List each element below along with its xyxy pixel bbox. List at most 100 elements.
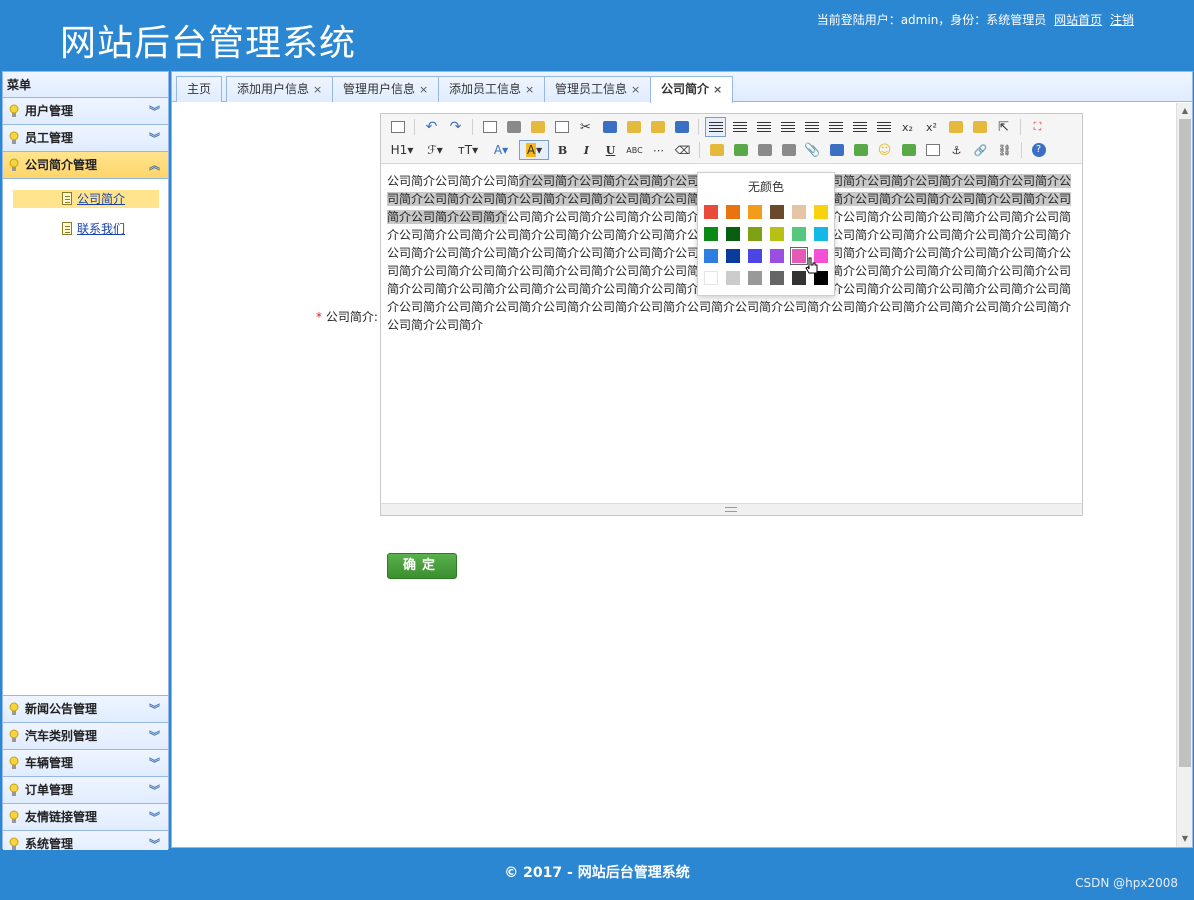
close-icon[interactable]: × (525, 83, 534, 96)
page-break-icon[interactable] (922, 140, 943, 160)
close-icon[interactable]: × (313, 83, 322, 96)
redo-icon[interactable]: ↷ (445, 117, 466, 137)
unordered-list-icon[interactable] (825, 117, 846, 137)
ordered-list-icon[interactable] (801, 117, 822, 137)
color-swatch[interactable] (726, 271, 740, 285)
fullscreen-icon[interactable]: ⛶ (1027, 117, 1048, 137)
help-icon[interactable]: ? (1028, 140, 1049, 160)
sidebar-group-links[interactable]: 友情链接管理 ︾ (3, 804, 168, 831)
sidebar-item-company-intro[interactable]: 公司简介 (13, 190, 159, 208)
clear-format-icon[interactable] (945, 117, 966, 137)
content-scrollbar[interactable]: ▲ ▼ (1176, 103, 1192, 847)
align-justify-icon[interactable] (777, 117, 798, 137)
color-swatch[interactable] (704, 249, 718, 263)
print-icon[interactable] (503, 117, 524, 137)
align-center-icon[interactable] (729, 117, 750, 137)
color-swatch[interactable] (770, 249, 784, 263)
underline-button[interactable]: U (600, 140, 621, 160)
code-icon[interactable] (551, 117, 572, 137)
paste-icon[interactable] (623, 117, 644, 137)
horizontal-rule-icon[interactable]: ⋯ (648, 140, 669, 160)
scroll-thumb[interactable] (1179, 119, 1191, 767)
color-swatch[interactable] (792, 271, 806, 285)
strikethrough-button[interactable]: ABC (624, 140, 645, 160)
eraser-icon[interactable]: ⌫ (672, 140, 693, 160)
tab-home[interactable]: 主页 (176, 76, 223, 102)
color-swatch[interactable] (704, 205, 718, 219)
tab-manage-user[interactable]: 管理用户信息 × (332, 76, 440, 102)
color-swatch[interactable] (748, 249, 762, 263)
background-color-button[interactable]: A ▾ (519, 140, 549, 160)
color-swatch[interactable] (770, 271, 784, 285)
image-icon[interactable] (706, 140, 727, 160)
scroll-up-icon[interactable]: ▲ (1177, 104, 1192, 118)
color-swatch[interactable] (792, 205, 806, 219)
unlink-icon[interactable]: ⛓ (994, 140, 1015, 160)
color-swatch[interactable] (748, 227, 762, 241)
editor-resize-bar[interactable] (381, 503, 1082, 515)
color-swatch[interactable] (704, 227, 718, 241)
undo-icon[interactable]: ↶ (421, 117, 442, 137)
paste-text-icon[interactable] (647, 117, 668, 137)
align-left-icon[interactable] (705, 117, 726, 137)
emoticon-icon[interactable]: ☺ (874, 140, 895, 160)
sidebar-group-order[interactable]: 订单管理 ︾ (3, 777, 168, 804)
no-color-option[interactable]: 无颜色 (698, 173, 834, 201)
color-swatch[interactable] (726, 249, 740, 263)
sidebar-item-label[interactable]: 联系我们 (77, 222, 125, 236)
superscript-icon[interactable]: x² (921, 117, 942, 137)
color-swatch[interactable] (726, 205, 740, 219)
italic-button[interactable]: I (576, 140, 597, 160)
paste-word-icon[interactable] (671, 117, 692, 137)
outdent-icon[interactable] (873, 117, 894, 137)
color-swatch[interactable] (792, 227, 806, 241)
sidebar-group-car-category[interactable]: 汽车类别管理 ︾ (3, 723, 168, 750)
quick-format-icon[interactable] (969, 117, 990, 137)
close-icon[interactable]: × (631, 83, 640, 96)
sidebar-group-company[interactable]: 公司简介管理 ︽ (3, 152, 168, 179)
color-swatch[interactable] (726, 227, 740, 241)
insert-rule-icon[interactable] (850, 140, 871, 160)
font-size-dropdown[interactable]: тT ▾ (453, 140, 483, 160)
close-icon[interactable]: × (713, 83, 722, 96)
tab-add-employee[interactable]: 添加员工信息 × (438, 76, 546, 102)
site-home-link[interactable]: 网站首页 (1054, 13, 1102, 27)
color-swatch[interactable] (748, 271, 762, 285)
resize-grip-icon[interactable] (725, 507, 737, 512)
color-swatch[interactable] (748, 205, 762, 219)
attachment-icon[interactable]: 📎 (802, 140, 823, 160)
picture-icon[interactable] (898, 140, 919, 160)
sidebar-group-user[interactable]: 用户管理 ︾ (3, 98, 168, 125)
tab-manage-employee[interactable]: 管理员工信息 × (544, 76, 652, 102)
sidebar-group-news[interactable]: 新闻公告管理 ︾ (3, 696, 168, 723)
flash-icon[interactable] (754, 140, 775, 160)
font-color-button[interactable]: A ▾ (486, 140, 516, 160)
sidebar-item-label[interactable]: 公司简介 (77, 192, 125, 206)
close-icon[interactable]: × (419, 83, 428, 96)
sidebar-item-contact-us[interactable]: 联系我们 (13, 220, 159, 238)
heading-dropdown[interactable]: H1 ▾ (387, 140, 417, 160)
multi-image-icon[interactable] (730, 140, 751, 160)
font-family-dropdown[interactable]: ℱ▾ (420, 140, 450, 160)
color-swatch[interactable] (814, 205, 828, 219)
select-all-icon[interactable]: ⇱ (993, 117, 1014, 137)
sidebar-group-employee[interactable]: 员工管理 ︾ (3, 125, 168, 152)
logout-link[interactable]: 注销 (1110, 13, 1134, 27)
tab-add-user[interactable]: 添加用户信息 × (226, 76, 334, 102)
bold-button[interactable]: B (552, 140, 573, 160)
confirm-button[interactable]: 确定 (387, 553, 457, 579)
color-swatch[interactable] (704, 271, 718, 285)
source-code-icon[interactable] (387, 117, 408, 137)
subscript-icon[interactable]: x₂ (897, 117, 918, 137)
copy-icon[interactable] (599, 117, 620, 137)
indent-icon[interactable] (849, 117, 870, 137)
color-swatch[interactable] (790, 247, 808, 265)
color-swatch[interactable] (814, 227, 828, 241)
link-icon[interactable]: 🔗 (970, 140, 991, 160)
color-swatch[interactable] (770, 205, 784, 219)
preview-icon[interactable] (479, 117, 500, 137)
sidebar-group-vehicle[interactable]: 车辆管理 ︾ (3, 750, 168, 777)
template-icon[interactable] (527, 117, 548, 137)
anchor-icon[interactable]: ⚓ (946, 140, 967, 160)
color-swatch[interactable] (770, 227, 784, 241)
